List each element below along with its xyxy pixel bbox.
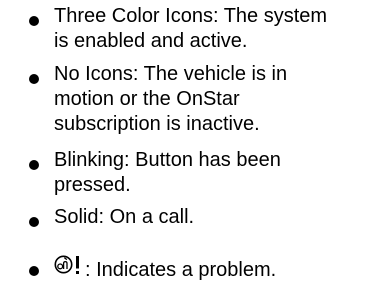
list-item-line: Blinking: Button has been [54,149,281,171]
onstar-alert-icon [54,254,84,276]
list-item-line: Solid: On a call. [54,206,195,228]
list-item-line: subscription is inactive. [54,113,260,135]
list-item-line: : Indicates a problem. [54,254,376,283]
bullet-icon [29,16,39,26]
bullet-icon [29,266,39,276]
list-item-text: Three Color Icons: The system is enabled… [54,4,376,54]
list-item-line: motion or the OnStar [54,88,240,110]
list-item-line: Three Color Icons: The system [54,5,328,27]
bullet-icon [29,74,39,84]
list-item-text: No Icons: The vehicle is in motion or th… [54,62,376,137]
list-item-text: : Indicates a problem. [54,254,376,283]
list-item-line: pressed. [54,174,131,196]
list-item-line-text: : Indicates a problem. [85,259,277,281]
list-item-text: Blinking: Button has been pressed. [54,148,376,198]
bullet-icon [29,160,39,170]
list-item-text: Solid: On a call. [54,205,376,230]
list-item-line: is enabled and active. [54,30,248,52]
bullet-icon [29,217,39,227]
list-item-line: No Icons: The vehicle is in [54,63,288,85]
